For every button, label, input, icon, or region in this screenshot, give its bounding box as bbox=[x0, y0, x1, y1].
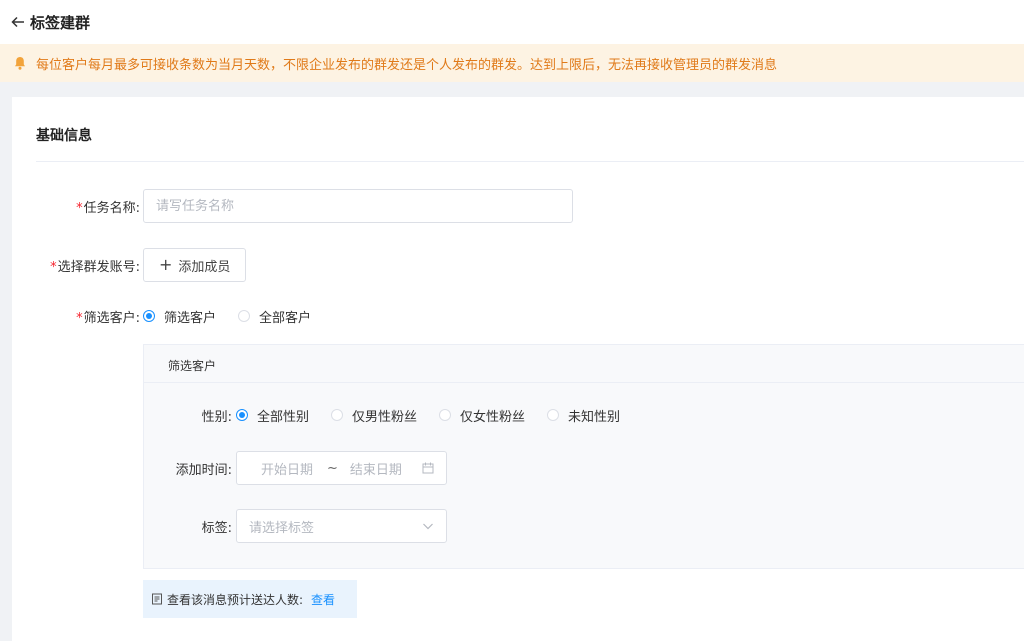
gender-radio-group: 全部性别 仅男性粉丝 仅女性粉丝 未知性别 bbox=[236, 406, 642, 425]
page-title: 标签建群 bbox=[30, 13, 91, 32]
estimate-bar: 查看该消息预计送达人数: 查看 bbox=[143, 580, 357, 618]
form-card: 基础信息 *任务名称: *选择群发账号: + 添加成员 *筛选客户: 筛选客户 … bbox=[12, 97, 1024, 641]
filter-divider bbox=[144, 382, 1024, 383]
add-time-label: 添加时间: bbox=[175, 462, 232, 478]
radio-male-fans[interactable]: 仅男性粉丝 bbox=[331, 406, 417, 425]
tags-row: 标签: 请选择标签 bbox=[144, 508, 447, 544]
section-title: 基础信息 bbox=[36, 128, 92, 144]
estimate-text: 查看该消息预计送达人数: bbox=[167, 592, 304, 607]
tags-select[interactable]: 请选择标签 bbox=[236, 509, 447, 543]
required-mark: * bbox=[76, 310, 83, 326]
start-date-placeholder: 开始日期 bbox=[261, 462, 314, 478]
tags-placeholder: 请选择标签 bbox=[249, 520, 315, 536]
task-name-row: *任务名称: bbox=[12, 188, 573, 224]
account-row: *选择群发账号: + 添加成员 bbox=[12, 247, 247, 283]
filter-panel: 筛选客户 性别: 全部性别 仅男性粉丝 仅女性粉丝 未知性别 添加时间: 开始日… bbox=[143, 344, 1024, 569]
date-range-picker[interactable]: 开始日期 ~ 结束日期 bbox=[236, 451, 447, 485]
notice-text: 每位客户每月最多可接收条数为当月天数，不限企业发布的群发还是个人发布的群发。达到… bbox=[36, 57, 778, 73]
end-date-placeholder: 结束日期 bbox=[349, 462, 402, 478]
customers-radio-group: 筛选客户 全部客户 bbox=[143, 307, 333, 326]
task-name-input[interactable] bbox=[143, 189, 573, 223]
top-bar: 标签建群 bbox=[0, 0, 1024, 44]
task-name-label: *任务名称: bbox=[76, 200, 140, 216]
radio-unknown-gender[interactable]: 未知性别 bbox=[547, 406, 620, 425]
date-separator: ~ bbox=[327, 460, 338, 476]
required-mark: * bbox=[50, 259, 57, 275]
radio-unchecked-icon bbox=[547, 409, 560, 421]
customers-label: *筛选客户: bbox=[76, 310, 140, 326]
customers-row: *筛选客户: 筛选客户 全部客户 bbox=[12, 298, 333, 334]
view-link[interactable]: 查看 bbox=[311, 591, 335, 608]
radio-unchecked-icon bbox=[238, 310, 251, 322]
add-member-label: 添加成员 bbox=[178, 259, 231, 275]
back-arrow-icon[interactable] bbox=[10, 14, 26, 30]
notice-banner: 每位客户每月最多可接收条数为当月天数，不限企业发布的群发还是个人发布的群发。达到… bbox=[0, 44, 1024, 82]
plus-icon: + bbox=[159, 255, 173, 274]
account-label: *选择群发账号: bbox=[50, 259, 140, 275]
radio-filter-customers[interactable]: 筛选客户 bbox=[143, 307, 216, 326]
add-time-row: 添加时间: 开始日期 ~ 结束日期 bbox=[144, 450, 447, 486]
radio-checked-icon bbox=[236, 409, 248, 421]
bell-icon bbox=[14, 56, 26, 70]
radio-unchecked-icon bbox=[331, 409, 344, 421]
add-member-button[interactable]: + 添加成员 bbox=[143, 248, 247, 282]
radio-all-customers[interactable]: 全部客户 bbox=[238, 307, 311, 326]
section-divider bbox=[36, 161, 1024, 162]
chevron-down-icon bbox=[422, 520, 434, 532]
required-mark: * bbox=[76, 200, 83, 216]
radio-unchecked-icon bbox=[439, 409, 452, 421]
calendar-icon bbox=[422, 462, 434, 474]
radio-all-gender[interactable]: 全部性别 bbox=[236, 406, 309, 425]
tags-label: 标签: bbox=[201, 520, 232, 536]
radio-checked-icon bbox=[143, 310, 155, 322]
gender-label: 性别: bbox=[201, 409, 232, 425]
document-icon bbox=[151, 593, 163, 605]
radio-female-fans[interactable]: 仅女性粉丝 bbox=[439, 406, 525, 425]
filter-title: 筛选客户 bbox=[168, 359, 217, 373]
gender-row: 性别: 全部性别 仅男性粉丝 仅女性粉丝 未知性别 bbox=[144, 397, 642, 433]
